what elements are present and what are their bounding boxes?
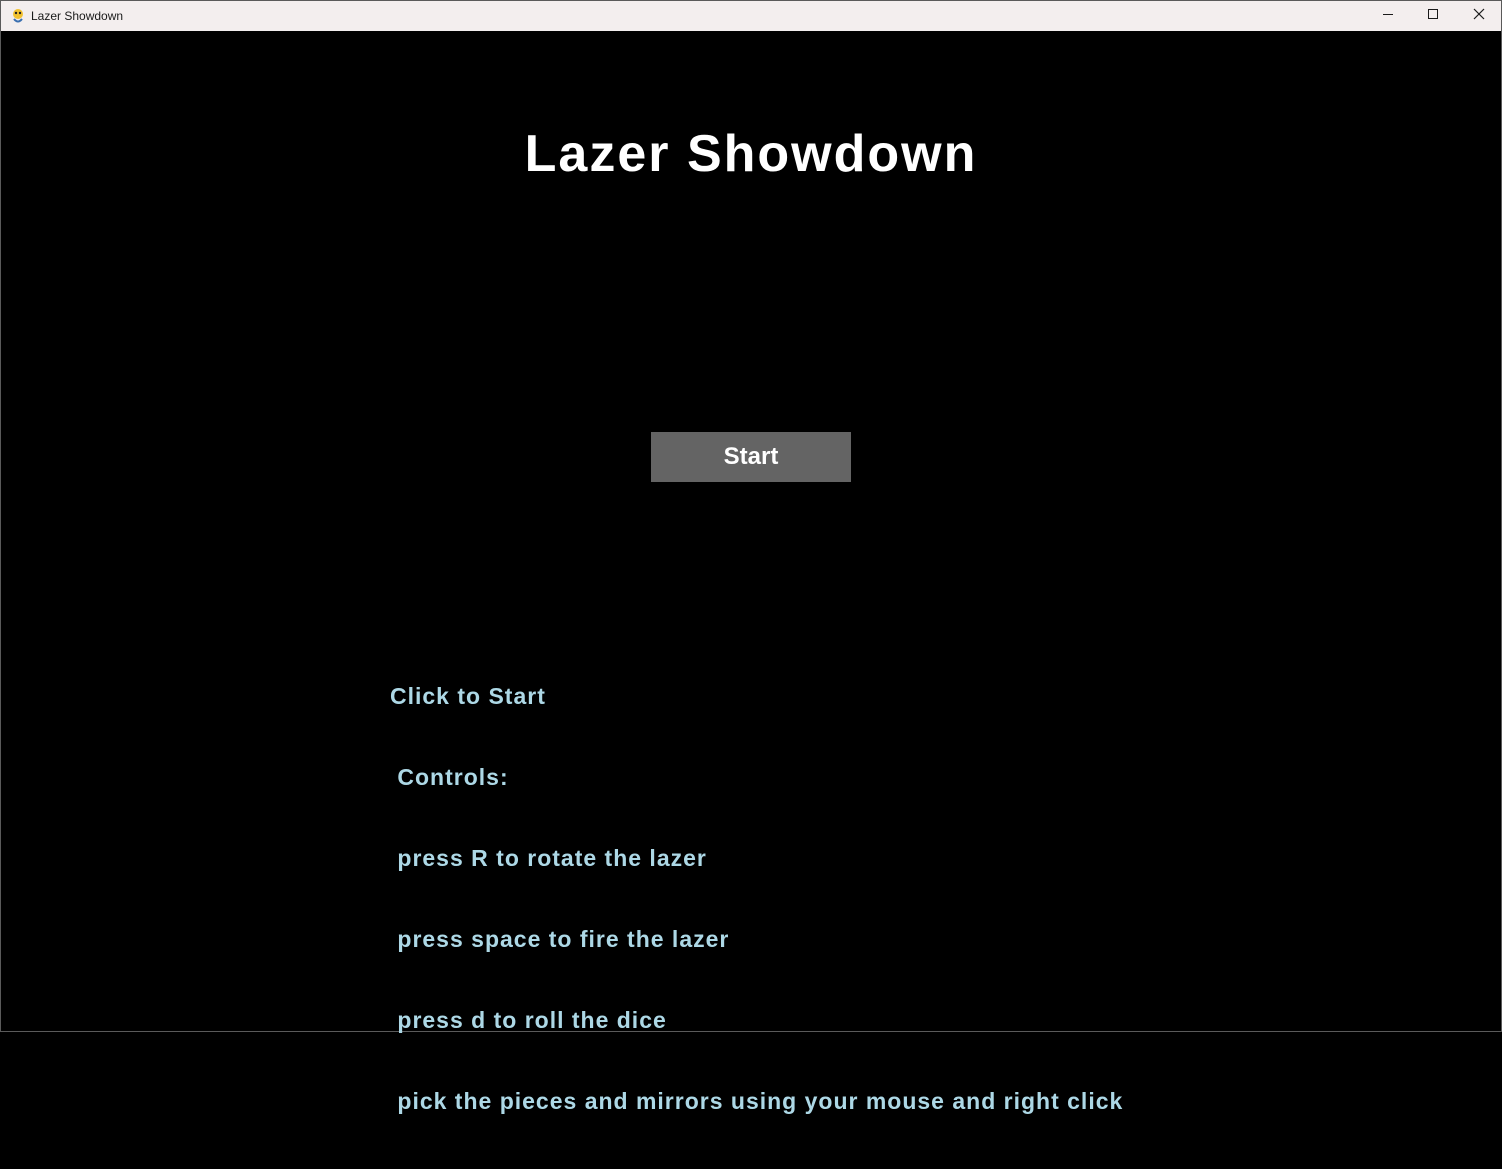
- instruction-line: press d to roll the dice: [390, 1007, 667, 1033]
- close-icon: [1473, 7, 1485, 25]
- window-title: Lazer Showdown: [31, 9, 124, 23]
- minimize-icon: [1382, 7, 1394, 25]
- start-button-label: Start: [723, 443, 779, 470]
- close-button[interactable]: [1456, 1, 1502, 31]
- game-canvas[interactable]: Lazer Showdown Start Click to Start Cont…: [1, 31, 1501, 1114]
- instruction-line: press space to fire the lazer: [390, 926, 730, 952]
- instruction-line: Click to Start: [390, 683, 546, 709]
- instructions-text: Click to Start Controls: press R to rota…: [390, 629, 1123, 1169]
- instruction-line: press R to rotate the lazer: [390, 845, 707, 871]
- start-button[interactable]: Start: [651, 432, 851, 482]
- minimize-button[interactable]: [1365, 1, 1411, 31]
- maximize-button[interactable]: [1410, 1, 1456, 31]
- app-window: Lazer Showdown Lazer Showdown Start Clic…: [0, 0, 1502, 1114]
- instruction-line: pick the pieces and mirrors using your m…: [390, 1088, 1124, 1114]
- title-bar[interactable]: Lazer Showdown: [1, 1, 1501, 31]
- python-snake-icon: [10, 8, 26, 24]
- maximize-icon: [1427, 7, 1439, 25]
- game-title: Lazer Showdown: [524, 125, 978, 183]
- instruction-line: Controls:: [390, 764, 509, 790]
